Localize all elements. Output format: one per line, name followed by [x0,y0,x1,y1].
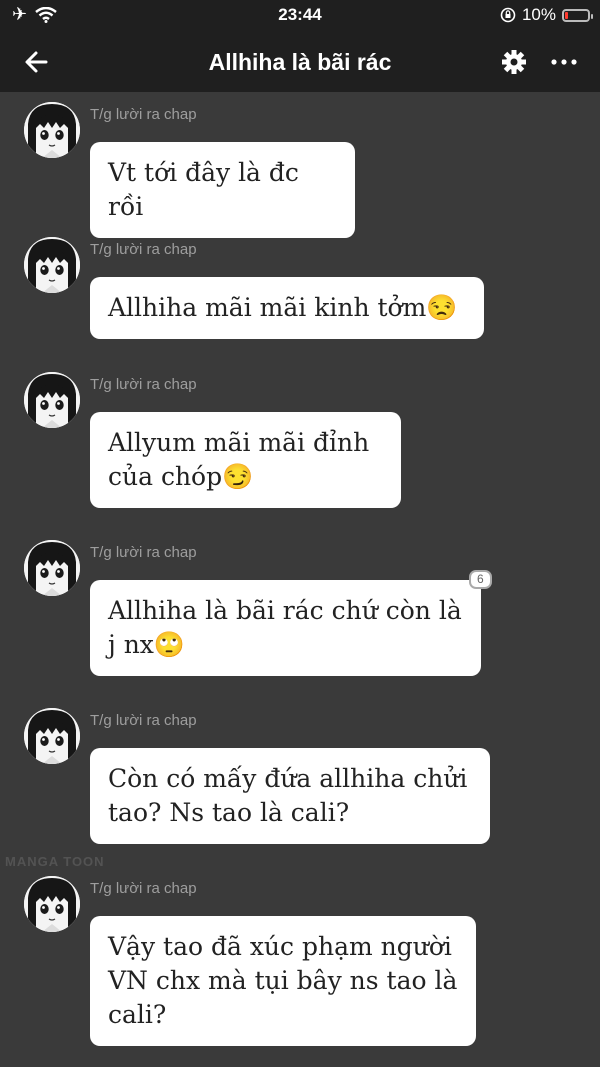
sender-name: T/g lười ra chap [90,106,197,123]
back-arrow-icon[interactable] [18,42,58,82]
orientation-lock-icon [500,7,516,23]
avatar[interactable] [24,540,80,596]
avatar[interactable] [24,876,80,932]
sender-name: T/g lười ra chap [90,241,197,258]
status-bar: ✈ 23:44 10% [0,0,600,32]
avatar[interactable] [24,708,80,764]
more-icon[interactable] [546,48,582,76]
message-bubble[interactable]: Vậy tao đã xúc phạm người VN chx mà tụi … [90,916,476,1046]
message-bubble[interactable]: Allhiha mãi mãi kinh tởm😒 [90,277,484,339]
sender-name: T/g lười ra chap [90,880,197,897]
message-line: Vậy tao đã xúc phạm người [108,932,452,961]
gear-icon[interactable] [500,48,528,76]
message-line: tao? Ns tao là cali? [108,798,350,827]
avatar[interactable] [24,237,80,293]
sender-name: T/g lười ra chap [90,544,197,561]
message-line: Allhiha là bãi rác chứ còn là [108,596,462,625]
message-line: Còn có mấy đứa allhiha chửi [108,764,468,793]
message-line: cali? [108,1000,167,1029]
avatar[interactable] [24,102,80,158]
message-bubble[interactable]: Allhiha là bãi rác chứ còn là j nx🙄 [90,580,481,676]
message-line: VN chx mà tụi bây ns tao là [108,966,458,995]
avatar-face-icon [24,237,80,293]
battery-percent: 10% [521,5,556,24]
message-bubble[interactable]: Vt tới đây là đc rồi [90,142,355,238]
message-line: của chóp😏 [108,462,254,491]
chat-title: Allhiha là bãi rác [208,48,392,75]
battery-icon [562,8,593,22]
sender-name: T/g lười ra chap [90,712,197,729]
watermark: MANGA TOON [5,854,105,869]
avatar-face-icon [24,372,80,428]
nav-bar: Allhiha là bãi rác [0,32,600,92]
avatar-face-icon [24,540,80,596]
avatar-face-icon [24,708,80,764]
message-line: Allyum mãi mãi đỉnh [108,428,370,457]
avatar[interactable] [24,372,80,428]
message-line: Vt tới đây là đc rồi [108,158,299,221]
message-bubble[interactable]: Còn có mấy đứa allhiha chửi tao? Ns tao … [90,748,490,844]
status-right: 10% [500,5,593,25]
message-bubble[interactable]: Allyum mãi mãi đỉnh của chóp😏 [90,412,401,508]
message-line: j nx🙄 [108,630,186,659]
avatar-face-icon [24,876,80,932]
sender-name: T/g lười ra chap [90,376,197,393]
message-line: Allhiha mãi mãi kinh tởm😒 [108,293,458,322]
comment-count-badge[interactable]: 6 [469,570,492,589]
avatar-face-icon [24,102,80,158]
